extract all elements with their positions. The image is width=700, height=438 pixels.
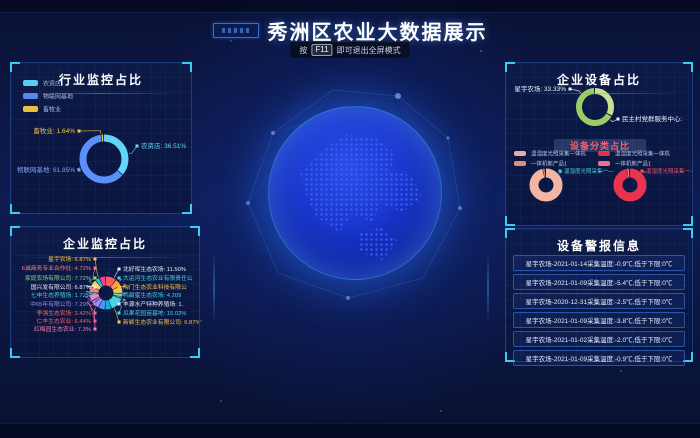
device-alarm-panel: 设备警报信息 星宇农场-2021-01-14采集温度:-0.9℃,低于下限:0℃…: [505, 228, 693, 362]
svg-text:一体机新产品1: 一体机新产品1: [531, 160, 567, 168]
divider: [21, 93, 181, 94]
corner-decoration: [182, 204, 192, 214]
alarm-row: 星宇农场-2021-01-09采集温度:-3.8℃,低于下限:0℃: [513, 312, 685, 328]
svg-text:七申生态养殖场: 1.72%: 七申生态养殖场: 1.72%: [31, 291, 91, 299]
industry-monitor-panel: 行业监控占比 畜牧业: 1.64% 物联网基地: 61.85% 农资店: 36.51…: [10, 62, 192, 214]
light-beam-decoration: [487, 252, 489, 324]
dashboard-stage: 秀洲区农业大数据展示 按 F11 即可退出全屏模式 行业监控占比 畜牧业: 1.…: [0, 0, 700, 438]
corner-decoration: [683, 216, 693, 226]
svg-text:家庭农场有限公司: 7.72%: 家庭农场有限公司: 7.72%: [25, 274, 91, 282]
fullscreen-tip: 按 F11 即可退出全屏模式: [290, 42, 409, 58]
svg-text:畜牧业: 畜牧业: [43, 106, 61, 114]
svg-text:新颖生态农业有限公司: 6.87%: 新颖生态农业有限公司: 6.87%: [123, 318, 199, 326]
globe: [268, 106, 442, 280]
globe-continents-decoration: [269, 107, 441, 279]
corner-decoration: [10, 204, 20, 214]
alarm-list: 星宇农场-2021-01-14采集温度:-0.9℃,低于下限:0℃ 星宇农场-20…: [513, 255, 685, 369]
equipment-ratio-panel: 企业设备占比 星宇农场: 33.33%民主村党群服务中心: 设备分类占比 温湿度…: [505, 62, 693, 226]
svg-text:温湿度光照采集一—: 温湿度光照采集一—: [564, 167, 614, 175]
svg-text:一体机新产品1: 一体机新产品1: [615, 160, 651, 168]
svg-text:中65年有限公司: 7.29%: 中65年有限公司: 7.29%: [30, 300, 91, 308]
svg-text:李强生态农场: 3.42%: 李强生态农场: 3.42%: [37, 309, 91, 317]
equipment-panel-title: 企业设备占比: [506, 63, 692, 88]
industry-panel-title: 行业监控占比: [11, 63, 191, 88]
alarm-row: 星宇农场-2021-01-02采集温度:-2.0℃,低于下限:0℃: [513, 331, 685, 347]
corner-decoration: [10, 348, 20, 358]
svg-text:陶门生态农业科技有限公: 陶门生态农业科技有限公: [123, 283, 187, 291]
tip-suffix: 即可退出全屏模式: [337, 45, 401, 56]
brand-logo: [213, 23, 259, 38]
svg-text:红梅园生态农业: 7.3%: 红梅园生态农业: 7.3%: [34, 325, 91, 333]
svg-text:6诚商务专业合作社: 4.72%: 6诚商务专业合作社: 4.72%: [22, 264, 91, 272]
divider: [516, 93, 682, 94]
alarm-row: 星宇农场-2020-12-31采集温度:-2.5℃,低于下限:0℃: [513, 293, 685, 309]
svg-text:畜牧业: 1.64%: 畜牧业: 1.64%: [33, 126, 75, 135]
svg-text:温湿度光照采集一—: 温湿度光照采集一—: [646, 167, 692, 175]
device-class-subtitle: 设备分类占比: [554, 139, 646, 152]
enterprise-panel-title: 企业监控占比: [11, 227, 199, 252]
svg-text:仁丰生态农业: 6.44%: 仁丰生态农业: 6.44%: [37, 317, 91, 325]
alarm-row: 星宇农场-2021-01-09采集温度:-0.9℃,低于下限:0℃: [513, 350, 685, 366]
alarm-row: 星宇农场-2021-01-14采集温度:-0.9℃,低于下限:0℃: [513, 255, 685, 271]
alarm-panel-title: 设备警报信息: [506, 229, 692, 254]
tip-prefix: 按: [299, 45, 307, 56]
f11-key-hint: F11: [311, 44, 332, 56]
svg-text:物联网基地: 61.85%: 物联网基地: 61.85%: [17, 165, 75, 174]
alarm-row: 星宇农场-2021-01-09采集温度:-5.4℃,低于下限:0℃: [513, 274, 685, 290]
corner-decoration: [505, 216, 515, 226]
corner-decoration: [190, 348, 200, 358]
svg-text:大运河生态农业有限责任公: 大运河生态农业有限责任公: [123, 274, 193, 282]
svg-text:农资店: 36.51%: 农资店: 36.51%: [141, 141, 186, 150]
bottom-band-decoration: [0, 423, 700, 438]
divider: [21, 257, 189, 258]
svg-text:瓜果花园苗基地: 15.02%: 瓜果花园苗基地: 15.02%: [123, 309, 186, 317]
enterprise-monitor-panel: 企业监控占比 星宇农场: 6.87%6诚商务专业合作社: 4.72%家庭农场有限…: [10, 226, 200, 358]
svg-text:民主村党群服务中心:: 民主村党群服务中心:: [622, 114, 683, 123]
svg-text:鸭甜蜜生态农场: 4.209: 鸭甜蜜生态农场: 4.209: [123, 291, 181, 299]
top-band-decoration: [0, 0, 700, 13]
svg-text:国兴发有限公司: 6.87%: 国兴发有限公司: 6.87%: [31, 283, 91, 291]
light-beam-decoration: [213, 252, 215, 324]
svg-text:北好晖生态农场: 11.50%: 北好晖生态农场: 11.50%: [123, 265, 186, 273]
header: 秀洲区农业大数据展示: [0, 16, 700, 45]
page-title: 秀洲区农业大数据展示: [268, 16, 488, 45]
svg-text:丰源水产特种养殖场: 1.: 丰源水产特种养殖场: 1.: [123, 300, 184, 308]
